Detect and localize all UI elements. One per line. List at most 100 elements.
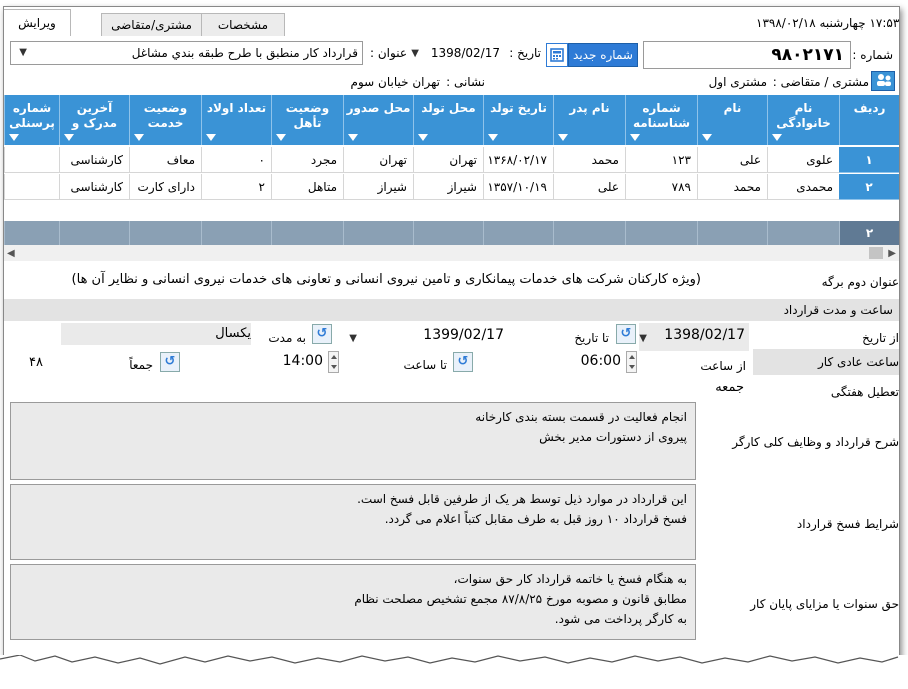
table-cell[interactable]: معاف [129,147,201,173]
row-number[interactable]: ۲ [839,174,899,200]
table-cell[interactable]: محمد [697,174,767,200]
column-header[interactable]: ردیف [839,95,899,145]
filter-icon[interactable] [630,134,640,141]
filter-icon[interactable] [134,134,144,141]
column-header[interactable]: نام خانوادگی [767,95,839,145]
column-header-label: وضعیت تأهل [285,101,330,130]
second-title-value[interactable]: (ویژه کارکنان شرکت های خدمات پیمانکاری و… [72,272,701,287]
column-header[interactable]: شماره پرسنلی [4,95,59,145]
memo-line: پیروی از دستورات مدیر بخش [539,430,687,444]
refresh-icon[interactable]: ↺ [160,352,180,372]
tab-edit[interactable]: ویرایش [4,9,71,36]
refresh-icon[interactable]: ↺ [312,324,332,344]
table-cell[interactable]: ۱۲۳ [625,147,697,173]
number-value: ۹۸۰۲۱۷۱ [771,45,844,65]
new-number-label: شماره جدید [573,48,633,62]
table-cell[interactable]: محمدی [767,174,839,200]
chevron-down-icon[interactable]: ▼ [411,48,419,59]
to-hour-stepper[interactable] [328,351,339,373]
filter-icon[interactable] [418,134,428,141]
table-cell[interactable]: تهران [343,147,413,173]
table-cell[interactable]: محمد [553,147,625,173]
filter-icon[interactable] [558,134,568,141]
filter-icon[interactable] [772,134,782,141]
column-header[interactable]: محل صدور [343,95,413,145]
table-cell[interactable]: شیراز [413,174,483,200]
table-cell[interactable]: شیراز [343,174,413,200]
severance-memo[interactable]: به هنگام فسخ یا خاتمه قرارداد کار حق سنو… [10,564,696,640]
chevron-down-icon[interactable]: ▼ [349,333,357,344]
filter-icon[interactable] [206,134,216,141]
column-header[interactable]: محل تولد [413,95,483,145]
footer-count: ۲ [839,221,899,245]
column-header[interactable]: تاریخ تولد [483,95,553,145]
scroll-right-icon[interactable]: ▶ [888,248,896,259]
table-cell[interactable]: ۱۳۶۸/۰۲/۱۷ [483,147,553,173]
duties-memo[interactable]: انجام فعالیت در قسمت بسته بندی کارخانه پی… [10,402,696,480]
total-label: جمعاً [129,358,153,372]
title-label: عنوان : [370,46,407,60]
row-number[interactable]: ۱ [839,147,899,173]
filter-icon[interactable] [276,134,286,141]
refresh-icon[interactable]: ↺ [616,324,636,344]
filter-icon[interactable] [488,134,498,141]
table-cell[interactable]: کارشناسی [59,147,129,173]
weekly-holiday-label: تعطیل هفتگی [830,385,899,399]
table-cell[interactable]: علی [697,147,767,173]
column-header[interactable]: وضعیت خدمت [129,95,201,145]
tab-edit-label: ویرایش [18,16,56,30]
date-field[interactable]: 1398/02/17 [408,46,500,60]
table-cell[interactable] [4,147,59,173]
weekly-holiday-value[interactable]: جمعه [715,380,744,395]
table-cell[interactable]: ۰ [201,147,271,173]
table-cell[interactable]: متاهل [271,174,343,200]
number-field[interactable]: ۹۸۰۲۱۷۱ [643,41,851,69]
table-cell[interactable]: مجرد [271,147,343,173]
calculator-icon[interactable] [546,43,568,67]
horizontal-scrollbar[interactable]: ◀ ▶ [4,245,899,261]
duration-field[interactable]: یکسال [61,323,251,345]
duration-value: یکسال [215,326,251,341]
tab-specs[interactable]: مشخصات [201,13,285,36]
from-date-field[interactable]: 1398/02/17 [639,323,749,351]
title-field[interactable]: قرارداد کار منطبق با طرح طبقه بندي مشاغل [10,41,363,65]
contract-window: ویرایش مشتری/متقاضی مشخصات ۱۷:۵۳ چهارشنب… [3,6,900,663]
table-cell[interactable]: علوی [767,147,839,173]
tab-customer[interactable]: مشتری/متقاضی [101,13,202,36]
to-hour-field[interactable]: 14:00 [182,351,327,373]
column-header[interactable]: آخرین مدرک و [59,95,129,145]
second-title-label: عنوان دوم برگه [821,275,899,289]
table-cell[interactable]: ۲ [201,174,271,200]
table-cell[interactable]: تهران [413,147,483,173]
filter-icon[interactable] [702,134,712,141]
new-number-button[interactable]: شماره جدید [568,43,638,67]
scroll-thumb[interactable] [869,247,883,259]
customer-value[interactable]: مشتری اول [709,75,767,89]
table-cell[interactable]: ۷۸۹ [625,174,697,200]
column-header[interactable]: نام [697,95,767,145]
to-date-field[interactable]: 1399/02/17 [394,323,504,351]
filter-icon[interactable] [348,134,358,141]
column-header[interactable]: شماره شناسنامه [625,95,697,145]
from-hour-stepper[interactable] [626,351,637,373]
column-header[interactable]: تعداد اولاد [201,95,271,145]
termination-memo[interactable]: این قرارداد در موارد ذیل توسط هر یک از ط… [10,484,696,560]
column-header-label: محل صدور [346,101,411,115]
scroll-left-icon[interactable]: ◀ [7,248,15,259]
filter-icon[interactable] [9,134,19,141]
chevron-down-icon[interactable]: ▼ [639,333,647,344]
table-cell[interactable]: کارشناسی [59,174,129,200]
clock-weekday: چهارشنبه [819,16,866,30]
from-hour-field[interactable]: 06:00 [475,351,625,373]
chevron-down-icon[interactable]: ▼ [19,47,27,58]
filter-icon[interactable] [64,134,74,141]
to-hour-label: تا ساعت [403,358,447,372]
column-header[interactable]: وضعیت تأهل [271,95,343,145]
table-cell[interactable]: علی [553,174,625,200]
table-cell[interactable] [4,174,59,200]
table-cell[interactable]: دارای کارت [129,174,201,200]
refresh-icon[interactable]: ↺ [453,352,473,372]
customer-icon[interactable] [871,71,895,91]
column-header[interactable]: نام پدر [553,95,625,145]
table-cell[interactable]: ۱۳۵۷/۱۰/۱۹ [483,174,553,200]
